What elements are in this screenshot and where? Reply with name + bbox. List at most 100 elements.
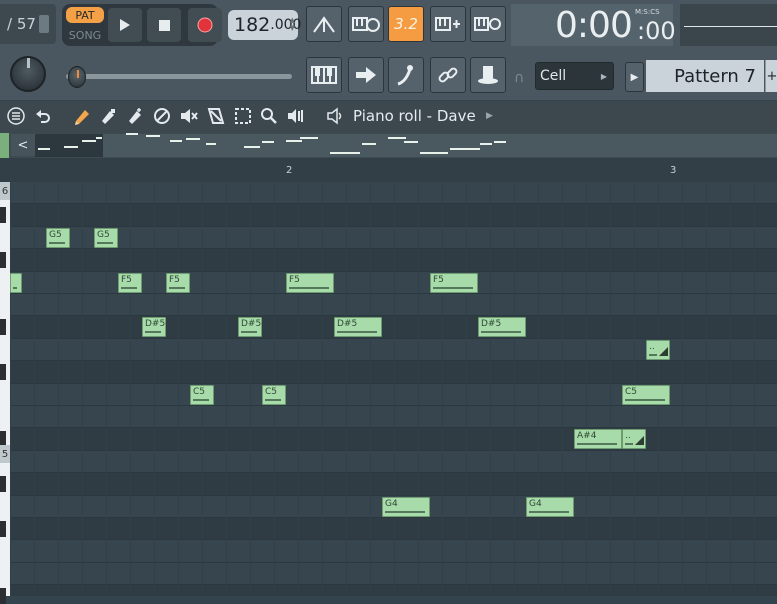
overview-note xyxy=(362,143,376,145)
metronome-button[interactable] xyxy=(306,6,342,42)
arrow-right-icon xyxy=(356,67,376,83)
pencil-icon[interactable] xyxy=(73,107,91,125)
select-tool-icon[interactable] xyxy=(234,107,252,125)
snap-mode-value: Cell xyxy=(540,68,567,84)
note-velocity-bar xyxy=(13,286,17,289)
note-resize-icon[interactable] xyxy=(635,436,644,446)
note[interactable]: G5 xyxy=(94,227,118,248)
black-key[interactable] xyxy=(0,521,6,537)
hat-icon xyxy=(478,66,498,84)
delete-tool-icon[interactable] xyxy=(153,107,171,125)
black-key[interactable] xyxy=(0,364,6,381)
piano-roll-view-button[interactable] xyxy=(306,57,342,93)
add-pattern-button[interactable]: + xyxy=(765,60,777,92)
pattern-name: Pattern 7 xyxy=(674,65,756,87)
black-key[interactable] xyxy=(0,476,6,493)
grid-line xyxy=(466,182,467,596)
grid-line xyxy=(682,182,683,596)
note[interactable]: G5 xyxy=(46,227,70,248)
slice-tool-icon[interactable] xyxy=(207,107,225,125)
playback-tool-icon[interactable] xyxy=(287,107,305,125)
overview-note xyxy=(404,141,418,143)
overview-note xyxy=(286,140,302,142)
note-velocity-bar xyxy=(577,443,617,446)
grid-line xyxy=(178,182,179,596)
snap-button[interactable]: 3.2 xyxy=(388,6,424,42)
overview-note xyxy=(262,141,274,143)
note[interactable]: C5 xyxy=(190,384,214,405)
piano-keyboard[interactable] xyxy=(0,182,10,604)
mute-tool-icon[interactable] xyxy=(180,107,198,125)
note-velocity-bar xyxy=(49,241,65,244)
black-key[interactable] xyxy=(0,252,6,269)
speaker-icon[interactable] xyxy=(326,107,344,125)
stop-button[interactable] xyxy=(147,8,181,42)
note[interactable] xyxy=(10,272,22,293)
black-key[interactable] xyxy=(0,588,6,604)
note-label: F5 xyxy=(433,274,444,285)
plugin-picker-button[interactable] xyxy=(470,57,506,93)
loop-record-button[interactable] xyxy=(470,6,506,42)
overview-note xyxy=(96,137,102,139)
black-key[interactable] xyxy=(0,207,6,224)
tempo-display[interactable]: 182.000 ▲ ▼ xyxy=(228,10,301,40)
note[interactable]: C5 xyxy=(622,384,670,405)
note[interactable]: A#4 xyxy=(574,429,622,450)
snap-mode-select[interactable]: Cell ▶ xyxy=(535,62,614,90)
browser-button[interactable] xyxy=(430,57,466,93)
song-mode-button[interactable]: SONG xyxy=(66,27,104,43)
grid-line xyxy=(586,182,587,596)
note[interactable]: F5 xyxy=(430,272,478,293)
record-icon xyxy=(197,17,213,33)
black-key[interactable] xyxy=(0,319,6,336)
song-time-display[interactable]: 0:00 M:S:CS :00 xyxy=(511,4,676,46)
note-velocity-bar xyxy=(121,286,137,289)
pattern-selector[interactable]: Pattern 7 xyxy=(646,60,764,92)
note-velocity-bar xyxy=(241,331,257,334)
channel-rack-button[interactable] xyxy=(348,57,384,93)
note-velocity-bar xyxy=(625,398,665,401)
record-button[interactable] xyxy=(188,8,222,42)
zoom-tool-icon[interactable] xyxy=(260,107,278,125)
mixer-button[interactable] xyxy=(388,57,424,93)
master-pitch-slider-track[interactable] xyxy=(66,74,292,79)
note-velocity-bar xyxy=(145,331,161,334)
note[interactable]: D#5 xyxy=(478,317,526,338)
note-velocity-bar xyxy=(97,241,113,244)
time-main: 0:00 xyxy=(555,5,633,46)
note[interactable]: D#5 xyxy=(334,317,382,338)
step-edit-button[interactable] xyxy=(430,6,466,42)
note[interactable]: D#5 xyxy=(238,317,262,338)
note[interactable]: F5 xyxy=(166,272,190,293)
note[interactable]: G4 xyxy=(382,496,430,517)
note[interactable]: F5 xyxy=(286,272,334,293)
note-velocity-bar xyxy=(265,398,281,401)
scroll-left-button[interactable]: < xyxy=(11,134,35,156)
note[interactable]: .. xyxy=(646,339,670,360)
menu-icon[interactable] xyxy=(7,107,25,125)
undo-icon[interactable] xyxy=(34,107,52,125)
wait-for-input-button[interactable] xyxy=(348,6,384,42)
chevron-right-icon[interactable]: ▶ xyxy=(486,111,493,121)
paint-tool-icon[interactable] xyxy=(126,107,144,125)
note[interactable]: G4 xyxy=(526,496,574,517)
note-resize-icon[interactable] xyxy=(659,346,668,356)
overview-green-marker xyxy=(0,133,9,158)
note[interactable]: F5 xyxy=(118,272,142,293)
timeline-ruler[interactable] xyxy=(0,158,777,183)
chevron-right-icon: ▶ xyxy=(630,71,639,83)
overview-note xyxy=(146,135,160,137)
grid-line xyxy=(82,182,83,596)
master-pitch-slider-thumb[interactable] xyxy=(68,66,86,88)
note[interactable]: .. xyxy=(622,429,646,450)
note-velocity-bar xyxy=(193,398,209,401)
grid-line xyxy=(442,182,443,596)
paint-brush-icon[interactable] xyxy=(99,107,117,125)
note[interactable]: C5 xyxy=(262,384,286,405)
play-button[interactable] xyxy=(108,8,142,42)
pattern-menu-button[interactable]: ▶ xyxy=(625,62,644,92)
pat-mode-button[interactable]: PAT xyxy=(66,7,104,23)
note[interactable]: D#5 xyxy=(142,317,166,338)
note-velocity-bar xyxy=(625,443,633,446)
piano-roll-title[interactable]: Piano roll - Dave xyxy=(353,107,476,125)
